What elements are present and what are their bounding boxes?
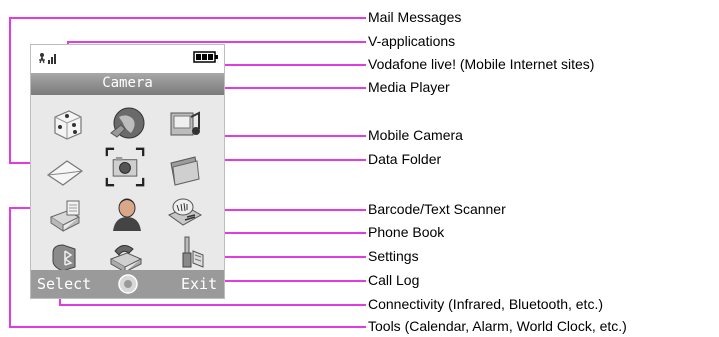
- callout-barcode-scanner: Barcode/Text Scanner: [368, 201, 506, 217]
- screen-title: Camera: [102, 75, 153, 91]
- phone-screen: Camera Select Exit: [30, 44, 225, 299]
- battery-icon: [193, 51, 218, 63]
- callout-data-folder: Data Folder: [368, 151, 442, 167]
- softkey-bar: Select Exit: [31, 270, 224, 298]
- callout-connectivity: Connectivity (Infrared, Bluetooth, etc.): [368, 296, 603, 312]
- envelope-icon[interactable]: [45, 151, 85, 191]
- callout-tools: Tools (Calendar, Alarm, World Clock, etc…: [368, 318, 627, 334]
- person-icon[interactable]: [107, 193, 147, 233]
- title-bar: Camera: [31, 73, 224, 95]
- status-bar: [31, 45, 224, 73]
- camera-icon[interactable]: [105, 147, 145, 187]
- callout-v-applications: V-applications: [368, 33, 456, 49]
- exit-softkey[interactable]: Exit: [181, 275, 217, 293]
- scanner-icon[interactable]: [165, 193, 205, 233]
- signal-icon: [39, 53, 56, 64]
- callout-phone-book: Phone Book: [368, 224, 445, 240]
- callout-call-log: Call Log: [368, 272, 420, 288]
- callout-settings: Settings: [368, 248, 419, 264]
- callout-mobile-camera: Mobile Camera: [368, 127, 463, 143]
- dice-icon[interactable]: [47, 105, 87, 145]
- settings-icon[interactable]: [167, 233, 207, 273]
- callout-vodafone-live: Vodafone live! (Mobile Internet sites): [368, 56, 595, 72]
- tools-icon[interactable]: [45, 195, 85, 235]
- globe-icon[interactable]: [107, 103, 147, 143]
- folder-icon[interactable]: [165, 149, 205, 189]
- media-player-icon[interactable]: [165, 103, 205, 143]
- nav-key-icon[interactable]: [118, 274, 138, 294]
- callout-mail-messages: Mail Messages: [368, 9, 462, 25]
- select-softkey[interactable]: Select: [37, 275, 91, 293]
- callout-media-player: Media Player: [368, 79, 450, 95]
